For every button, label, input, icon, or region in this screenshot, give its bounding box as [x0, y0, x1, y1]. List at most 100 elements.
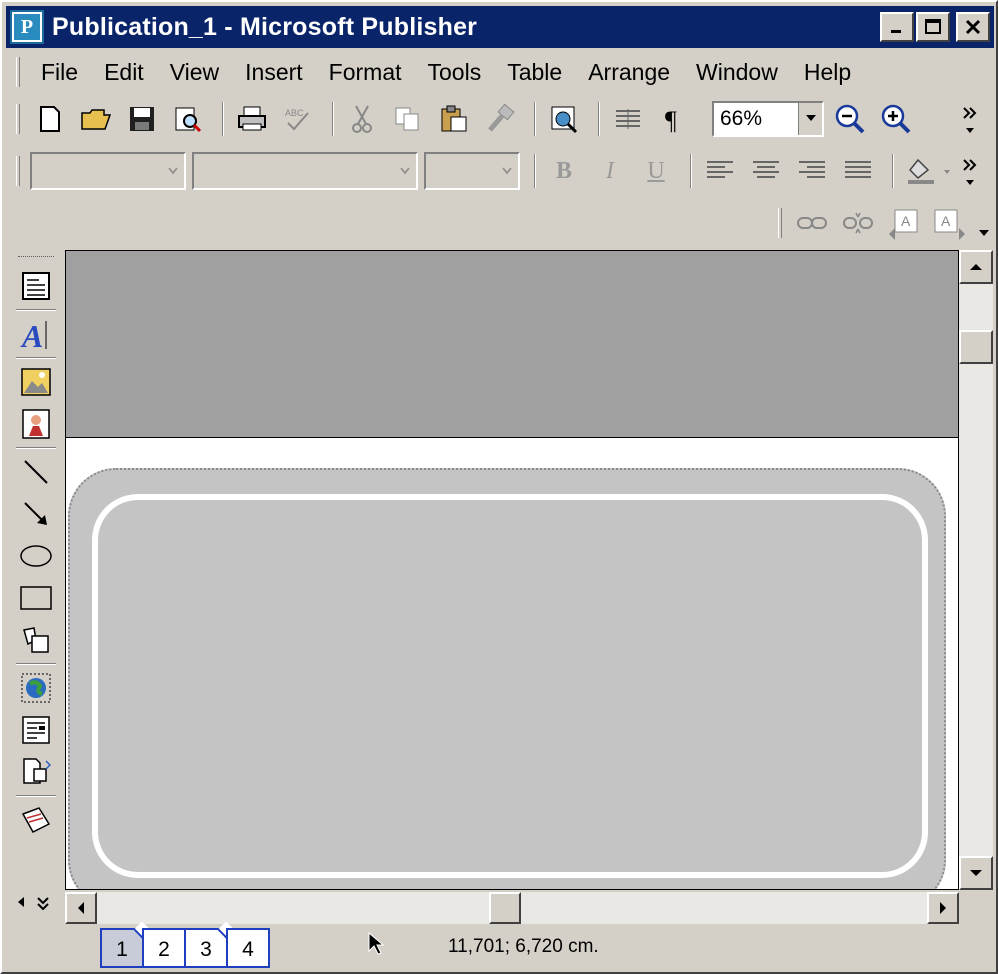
picture-frame-tool[interactable] — [14, 362, 58, 402]
oval-tool[interactable] — [14, 536, 58, 576]
web-preview-button[interactable] — [544, 99, 584, 139]
new-button[interactable] — [30, 99, 70, 139]
toolbar-options-button[interactable] — [958, 98, 982, 140]
special-characters-button[interactable]: ¶ — [654, 99, 694, 139]
menu-file[interactable]: File — [30, 59, 89, 86]
columns-button[interactable] — [608, 99, 648, 139]
toolbar-nav[interactable] — [16, 896, 50, 910]
save-button[interactable] — [122, 99, 162, 139]
maximize-button[interactable] — [916, 12, 950, 42]
create-link-button[interactable] — [792, 203, 832, 243]
bold-button[interactable]: B — [544, 151, 584, 191]
fill-color-button[interactable] — [902, 151, 958, 191]
paste-icon — [441, 105, 467, 132]
autoshapes-tool[interactable] — [14, 620, 58, 660]
previous-text-box-button[interactable]: A — [884, 203, 924, 243]
italic-button[interactable]: I — [590, 151, 630, 191]
page-tab-3[interactable]: 3 — [184, 921, 235, 968]
print-preview-button[interactable] — [168, 99, 208, 139]
page-tab-4[interactable]: 4 — [226, 928, 270, 968]
spelling-button[interactable]: ABC — [278, 99, 318, 139]
zoom-combo[interactable]: 66% — [712, 101, 824, 137]
align-right-icon — [799, 161, 825, 178]
html-code-fragment-tool[interactable] — [14, 752, 58, 792]
toolbar-grip[interactable] — [16, 156, 20, 186]
zoom-in-button[interactable] — [876, 99, 916, 139]
copy-button[interactable] — [388, 99, 428, 139]
break-link-button[interactable] — [838, 203, 878, 243]
border-frame[interactable] — [68, 468, 946, 889]
publisher-app-icon[interactable]: P — [10, 10, 44, 44]
justify-button[interactable] — [838, 151, 878, 191]
scroll-down-button[interactable] — [959, 856, 993, 890]
scroll-up-button[interactable] — [959, 250, 993, 284]
menu-insert[interactable]: Insert — [234, 59, 314, 86]
form-control-tool[interactable] — [14, 710, 58, 750]
style-combo[interactable] — [30, 152, 186, 190]
form-control-icon — [22, 716, 50, 744]
svg-text:ABC: ABC — [285, 108, 304, 118]
align-right-button[interactable] — [792, 151, 832, 191]
page-tab-label: 2 — [158, 938, 170, 961]
format-painter-button[interactable] — [480, 99, 520, 139]
menu-view[interactable]: View — [159, 59, 230, 86]
zoom-dropdown-button[interactable] — [798, 103, 822, 135]
scroll-left-button[interactable] — [65, 892, 97, 924]
toolbar-grip[interactable] — [18, 256, 54, 260]
toolbar-options-button[interactable] — [978, 224, 990, 242]
hot-spot-tool[interactable] — [14, 668, 58, 708]
font-combo[interactable] — [192, 152, 418, 190]
underline-button[interactable]: U — [636, 151, 676, 191]
chevron-down-icon — [168, 167, 178, 175]
rectangle-tool[interactable] — [14, 578, 58, 618]
format-painter-icon — [488, 104, 515, 132]
arrow-tool[interactable] — [14, 494, 58, 534]
open-button[interactable] — [76, 99, 116, 139]
menu-format[interactable]: Format — [318, 59, 413, 86]
svg-text:A: A — [901, 213, 911, 229]
vertical-scroll-thumb[interactable] — [959, 330, 993, 364]
wordart-tool[interactable]: A — [14, 314, 58, 354]
rectangle-icon — [20, 586, 52, 610]
scroll-right-button[interactable] — [927, 892, 959, 924]
close-button[interactable] — [956, 12, 990, 42]
picture-icon — [21, 368, 51, 396]
menu-tools[interactable]: Tools — [417, 59, 493, 86]
menu-help[interactable]: Help — [793, 59, 862, 86]
minimize-button[interactable] — [880, 12, 914, 42]
line-tool[interactable] — [14, 452, 58, 492]
zoom-out-button[interactable] — [830, 99, 870, 139]
window-title: Publication_1 - Microsoft Publisher — [52, 12, 478, 41]
page-tab-2[interactable]: 2 — [142, 928, 186, 968]
menu-edit[interactable]: Edit — [93, 59, 155, 86]
paste-button[interactable] — [434, 99, 474, 139]
toolbar-grip[interactable] — [16, 104, 20, 134]
menu-arrange[interactable]: Arrange — [577, 59, 681, 86]
toolbar-separator — [16, 795, 56, 797]
font-size-combo[interactable] — [424, 152, 520, 190]
toolbar-options-button[interactable] — [958, 150, 982, 192]
clip-art-tool[interactable] — [14, 404, 58, 444]
menu-window[interactable]: Window — [685, 59, 789, 86]
horizontal-scrollbar[interactable] — [65, 892, 959, 924]
design-gallery-tool[interactable] — [14, 800, 58, 840]
toolbar-grip[interactable] — [778, 208, 782, 238]
print-button[interactable] — [232, 99, 272, 139]
horizontal-scroll-thumb[interactable] — [489, 892, 521, 924]
chevron-up-icon — [970, 264, 982, 270]
toolbar-separator — [332, 102, 334, 136]
page-tab-1[interactable]: 1 — [100, 921, 151, 968]
align-center-button[interactable] — [746, 151, 786, 191]
title-bar[interactable]: P Publication_1 - Microsoft Publisher — [6, 6, 994, 48]
text-box-tool[interactable] — [14, 266, 58, 306]
menu-table[interactable]: Table — [496, 59, 573, 86]
vertical-scrollbar[interactable] — [959, 250, 993, 890]
menu-grip[interactable] — [16, 57, 20, 87]
publication-workspace[interactable] — [65, 250, 959, 890]
publication-page[interactable] — [66, 437, 958, 889]
zoom-out-icon — [835, 104, 865, 134]
wordart-icon: A — [20, 318, 47, 351]
align-left-button[interactable] — [700, 151, 740, 191]
next-text-box-button[interactable]: A — [930, 203, 970, 243]
cut-button[interactable] — [342, 99, 382, 139]
